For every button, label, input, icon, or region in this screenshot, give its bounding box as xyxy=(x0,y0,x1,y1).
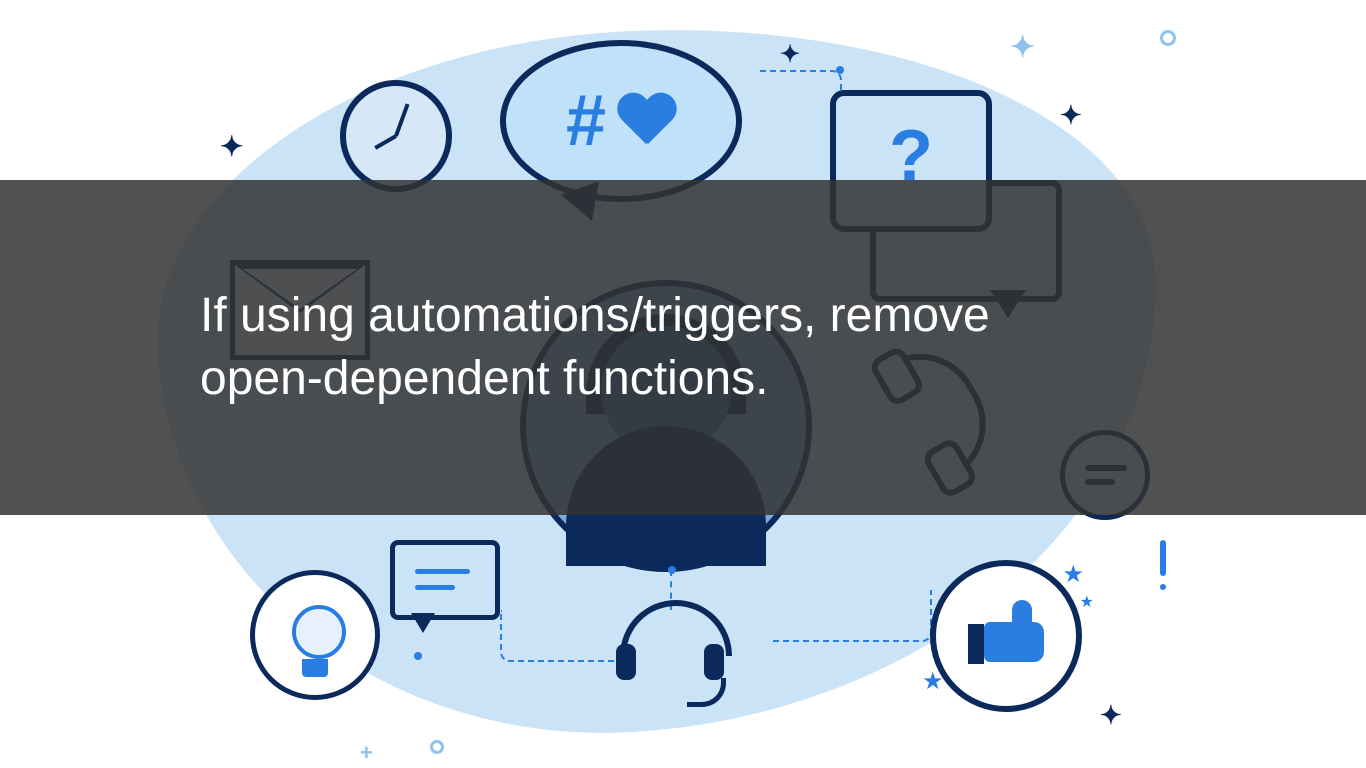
thumbs-up-icon: ★ ★ ★ xyxy=(930,560,1082,712)
lightbulb-icon xyxy=(250,570,380,700)
heart-icon xyxy=(616,94,676,148)
bulb-glass xyxy=(292,605,346,659)
clock-icon xyxy=(340,80,452,192)
plus-decoration-icon: ✦ xyxy=(1100,700,1122,731)
star-icon: ★ xyxy=(922,667,944,696)
connector-line xyxy=(500,610,622,662)
plus-decoration-icon: + xyxy=(360,740,373,766)
plus-decoration-icon: ✦ xyxy=(1010,30,1035,65)
plus-decoration-icon: ✦ xyxy=(220,130,243,163)
exclamation-decoration-icon xyxy=(1160,540,1166,590)
hash-symbol: # xyxy=(566,85,606,157)
plus-decoration-icon: ✦ xyxy=(1060,100,1082,131)
chat-bubble-icon xyxy=(390,540,500,620)
star-icon: ★ xyxy=(1080,592,1094,612)
star-icon: ★ xyxy=(1062,560,1084,589)
node-dot-icon xyxy=(668,566,676,574)
hash-heart-speech-bubble-icon: # xyxy=(500,40,742,202)
node-dot-icon xyxy=(414,652,422,660)
node-dot-icon xyxy=(836,66,844,74)
chat-line xyxy=(415,585,455,590)
overlay-message-text: If using automations/triggers, remove op… xyxy=(200,285,1020,410)
bulb-base xyxy=(302,659,328,677)
plus-decoration-icon: ✦ xyxy=(780,40,800,69)
illustration-canvas: # ? ★ ★ ★ ✦ xyxy=(0,0,1366,768)
message-overlay: If using automations/triggers, remove op… xyxy=(0,180,1366,515)
connector-line xyxy=(770,590,932,642)
chat-line xyxy=(415,569,470,574)
dot-decoration-icon xyxy=(1160,30,1176,46)
dot-decoration-icon xyxy=(430,740,444,754)
headset-icon xyxy=(620,600,720,700)
